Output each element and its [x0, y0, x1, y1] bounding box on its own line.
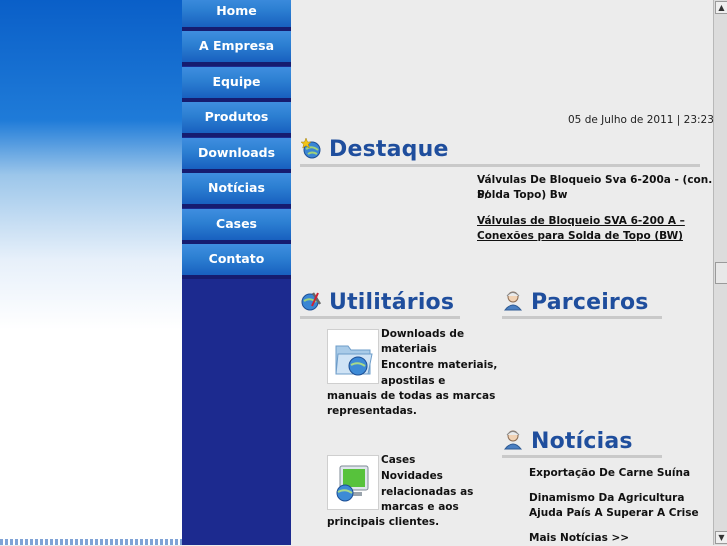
main-nav: Home A Empresa Equipe Produtos Downloads… [182, 0, 291, 545]
nav-downloads[interactable]: Downloads [182, 138, 291, 173]
banner-stripe [0, 539, 182, 545]
person-icon [503, 291, 523, 311]
utilitarios-title: Utilitários [329, 290, 455, 315]
parceiros-divider [502, 316, 662, 319]
scroll-thumb[interactable] [715, 262, 727, 284]
nav-produtos[interactable]: Produtos [182, 102, 291, 137]
noticia-item-2-line-1[interactable]: Dinamismo Da Agricultura [529, 491, 684, 506]
downloads-desc-4: representadas. [327, 405, 417, 417]
folder-globe-icon [335, 345, 373, 376]
downloads-thumbnail[interactable] [327, 329, 379, 384]
parceiros-title: Parceiros [531, 290, 649, 315]
monitor-globe-icon [336, 465, 369, 502]
nav-home[interactable]: Home [182, 0, 291, 31]
cases-title[interactable]: Cases [381, 453, 415, 468]
nav-a-empresa[interactable]: A Empresa [182, 31, 291, 66]
scroll-down-icon[interactable]: ▼ [715, 531, 727, 544]
cases-thumbnail[interactable] [327, 455, 379, 510]
scroll-up-icon[interactable]: ▲ [715, 1, 727, 14]
noticias-divider [502, 455, 662, 458]
globe-tools-icon [301, 292, 322, 311]
left-banner [0, 0, 182, 545]
cases-desc-1: Novidades [381, 470, 443, 482]
nav-contato[interactable]: Contato [182, 244, 291, 279]
globe-star-icon [300, 137, 321, 159]
destaque-divider [300, 164, 700, 167]
destaque-title: Destaque [329, 137, 449, 162]
destaque-link-2[interactable]: Conexões para Solda de Topo (BW) [477, 229, 683, 244]
noticia-item-2-line-2[interactable]: Ajuda País A Superar A Crise [529, 506, 699, 521]
destaque-headline-2: Solda Topo) Bw [477, 189, 568, 201]
vertical-scrollbar[interactable]: ▲ ▼ [713, 0, 727, 545]
mais-noticias-link[interactable]: Mais Notícias >> [529, 531, 629, 546]
nav-noticias[interactable]: Notícias [182, 173, 291, 208]
date-time: 05 de Julho de 2011 | 23:23 [568, 114, 714, 126]
downloads-desc-1: Encontre materiais, [381, 359, 498, 371]
downloads-title-2[interactable]: materiais [381, 342, 437, 357]
downloads-desc-3: manuais de todas as marcas [327, 390, 496, 402]
person-news-icon [503, 430, 523, 450]
cases-desc-3: marcas e aos [381, 501, 459, 513]
downloads-title-1[interactable]: Downloads de [381, 327, 464, 342]
nav-equipe[interactable]: Equipe [182, 67, 291, 102]
cases-desc-2: relacionadas as [381, 486, 474, 498]
noticias-title: Notícias [531, 429, 633, 454]
downloads-desc-2: apostilas e [381, 375, 446, 387]
utilitarios-divider [300, 316, 460, 319]
nav-cases[interactable]: Cases [182, 209, 291, 244]
cases-desc-4: principais clientes. [327, 516, 440, 528]
destaque-link-1[interactable]: Válvulas de Bloqueio SVA 6-200 A – [477, 214, 685, 229]
noticia-item-1[interactable]: Exportação De Carne Suína [529, 466, 690, 481]
